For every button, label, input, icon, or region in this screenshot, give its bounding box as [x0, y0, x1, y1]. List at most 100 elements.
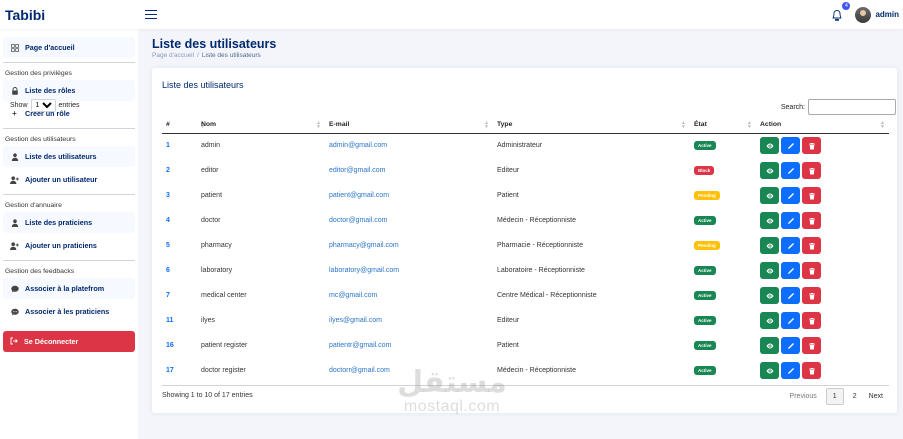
view-button[interactable]: [760, 337, 779, 354]
view-button[interactable]: [760, 262, 779, 279]
cell-email[interactable]: patient@gmail.com: [325, 183, 493, 208]
pagination-page-1[interactable]: 1: [825, 388, 844, 405]
column-header-etat[interactable]: État ▲ ▼: [690, 117, 756, 134]
delete-button[interactable]: [802, 287, 821, 304]
sort-icon: ▲ ▼: [880, 120, 885, 130]
view-button[interactable]: [760, 137, 779, 155]
column-header-label: E-mail: [329, 121, 350, 129]
cell-id[interactable]: 3: [162, 183, 197, 208]
sidebar-item-roles-list[interactable]: Liste des rôles: [3, 80, 135, 101]
brand-logo[interactable]: Tabibi: [0, 7, 138, 23]
sidebar-item-add-practitioner[interactable]: Ajouter un praticiens: [3, 235, 135, 256]
trash-icon: [808, 267, 816, 275]
avatar[interactable]: [855, 6, 872, 23]
cell-id[interactable]: 2: [162, 158, 197, 183]
edit-button[interactable]: [781, 337, 800, 354]
edit-button[interactable]: [781, 187, 800, 204]
delete-button[interactable]: [802, 362, 821, 379]
cell-id[interactable]: 7: [162, 283, 197, 308]
delete-button[interactable]: [802, 162, 821, 179]
cell-type: Administrateur: [497, 142, 543, 150]
column-header-label: Type: [497, 121, 513, 129]
menu-toggle-icon[interactable]: [145, 10, 157, 19]
cell-actions: [756, 283, 889, 308]
notifications-bell-icon[interactable]: 4: [831, 1, 851, 22]
trash-icon: [808, 192, 816, 200]
username-label[interactable]: admin: [875, 10, 899, 19]
delete-button[interactable]: [802, 262, 821, 279]
cell-email[interactable]: patientr@gmail.com: [325, 333, 493, 358]
column-header-type[interactable]: Type ▲ ▼: [493, 117, 690, 134]
eye-icon: [766, 317, 774, 325]
logout-button[interactable]: Se Déconnecter: [3, 331, 135, 352]
cell-id[interactable]: 17: [162, 358, 197, 383]
view-button[interactable]: [760, 162, 779, 179]
cell-id[interactable]: 16: [162, 333, 197, 358]
cell-type: Editeur: [497, 167, 520, 174]
cell-email[interactable]: mc@gmail.com: [325, 283, 493, 308]
view-button[interactable]: [760, 287, 779, 304]
edit-button[interactable]: [781, 362, 800, 379]
cell-email[interactable]: pharmacy@gmail.com: [325, 233, 493, 258]
sidebar: Page d'accueil Gestion des privilèges Li…: [0, 29, 138, 439]
view-button[interactable]: [760, 212, 779, 229]
cell-id[interactable]: 6: [162, 258, 197, 283]
delete-button[interactable]: [802, 212, 821, 229]
delete-button[interactable]: [802, 187, 821, 204]
cell-id[interactable]: 11: [162, 308, 197, 333]
edit-button[interactable]: [781, 212, 800, 229]
cell-email[interactable]: admin@gmail.com: [325, 133, 493, 158]
column-header-action[interactable]: Action ▲ ▼: [756, 117, 889, 134]
edit-button[interactable]: [781, 262, 800, 279]
delete-button[interactable]: [802, 237, 821, 254]
cell-id[interactable]: 4: [162, 208, 197, 233]
eye-icon: [766, 342, 774, 350]
sidebar-item-practitioners-list[interactable]: Liste des praticiens: [3, 212, 135, 233]
edit-button[interactable]: [781, 162, 800, 179]
pagination-next[interactable]: Next: [863, 388, 889, 405]
delete-button[interactable]: [802, 312, 821, 329]
edit-button[interactable]: [781, 237, 800, 254]
eye-icon: [766, 267, 774, 275]
page-size-select[interactable]: 10: [30, 99, 56, 112]
cell-actions: [756, 208, 889, 233]
sidebar-item-label: Ajouter un praticiens: [25, 241, 97, 250]
trash-icon: [808, 242, 816, 250]
cell-email[interactable]: laboratory@gmail.com: [325, 258, 493, 283]
edit-button[interactable]: [781, 287, 800, 304]
cell-id[interactable]: 1: [162, 133, 197, 158]
cell-email[interactable]: editor@gmail.com: [325, 158, 493, 183]
cell-email[interactable]: doctorr@gmail.com: [325, 358, 493, 383]
edit-button[interactable]: [781, 137, 800, 155]
sidebar-item-users-list[interactable]: Liste des utilisateurs: [3, 146, 135, 167]
column-header-email[interactable]: E-mail ▲ ▼: [325, 117, 493, 134]
cell-status: Active: [690, 283, 756, 308]
pencil-icon: [787, 342, 795, 350]
cell-email[interactable]: doctor@gmail.com: [325, 208, 493, 233]
pagination-page-2[interactable]: 2: [847, 388, 863, 405]
sidebar-section-users: Gestion des utilisateurs: [3, 128, 135, 146]
sidebar-item-feedback-practitioners[interactable]: Associer à les praticiens: [3, 301, 135, 322]
delete-button[interactable]: [802, 137, 821, 155]
sidebar-item-home[interactable]: Page d'accueil: [3, 37, 135, 58]
delete-button[interactable]: [802, 337, 821, 354]
column-header-nom[interactable]: Nom ▲ ▼: [197, 117, 325, 134]
pagination-previous[interactable]: Previous: [784, 388, 823, 405]
view-button[interactable]: [760, 362, 779, 379]
edit-button[interactable]: [781, 312, 800, 329]
view-button[interactable]: [760, 312, 779, 329]
sort-icon: ▲ ▼: [747, 120, 752, 130]
search-input[interactable]: [808, 99, 896, 115]
sort-icon: ▲ ▼: [681, 120, 686, 130]
view-button[interactable]: [760, 237, 779, 254]
cell-name: editor: [201, 167, 219, 174]
column-header-id[interactable]: # ▲ ▼: [162, 117, 205, 134]
cell-name: laboratory: [201, 267, 233, 274]
cell-email[interactable]: ilyes@gmail.com: [325, 308, 493, 333]
cell-id[interactable]: 5: [162, 233, 197, 258]
grid-icon: [10, 43, 19, 52]
sidebar-item-feedback-platform[interactable]: Associer à la platefrom: [3, 278, 135, 299]
sidebar-item-add-user[interactable]: Ajouter un utilisateur: [3, 169, 135, 190]
breadcrumb-home-link[interactable]: Page d'accueil: [152, 52, 194, 59]
view-button[interactable]: [760, 187, 779, 204]
